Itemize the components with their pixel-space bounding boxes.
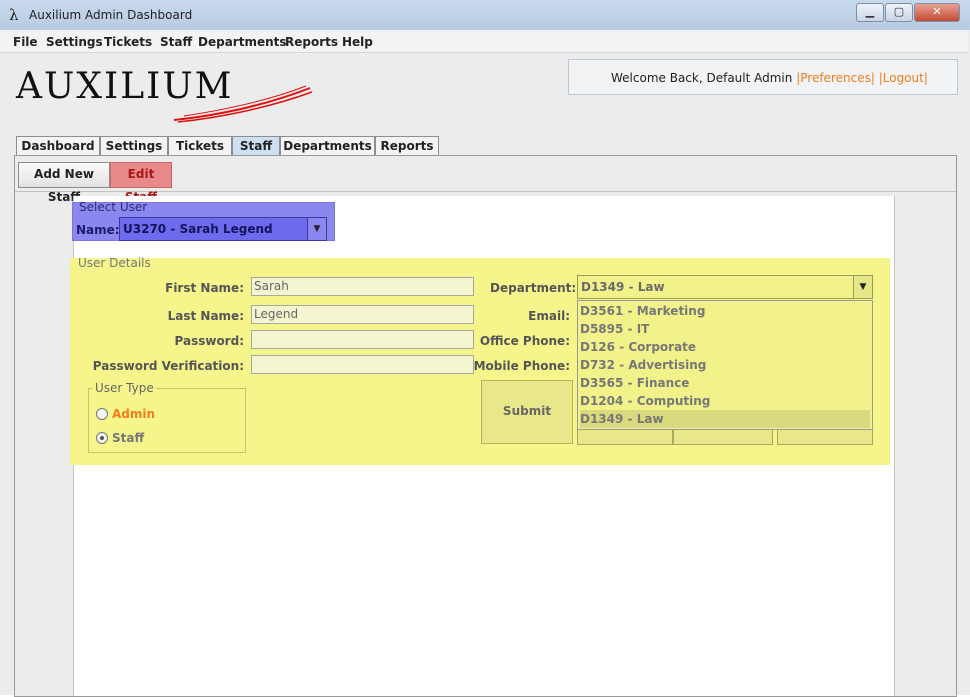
user-type-title: User Type bbox=[93, 381, 156, 395]
department-option[interactable]: D126 - Corporate bbox=[580, 338, 870, 356]
department-option[interactable]: D3565 - Finance bbox=[580, 374, 870, 392]
admin-radio[interactable] bbox=[96, 408, 108, 420]
menu-file[interactable]: File bbox=[13, 35, 38, 49]
auxilium-logo: AUXILIUM bbox=[16, 66, 313, 123]
staff-radio[interactable] bbox=[96, 432, 108, 444]
last-name-input[interactable]: Legend bbox=[251, 305, 474, 324]
close-button[interactable]: ✕ bbox=[914, 3, 960, 22]
department-select-value: D1349 - Law bbox=[581, 280, 665, 294]
chevron-down-icon[interactable]: ▼ bbox=[307, 218, 326, 240]
name-label: Name: bbox=[76, 223, 120, 237]
lambda-icon: λ bbox=[9, 6, 19, 24]
preferences-link[interactable]: |Preferences| bbox=[796, 71, 875, 85]
tab-staff[interactable]: Staff bbox=[232, 136, 280, 156]
edit-staff-button[interactable]: Edit Staff bbox=[110, 162, 172, 204]
department-option[interactable]: D5895 - IT bbox=[580, 320, 870, 338]
chevron-down-icon[interactable]: ▼ bbox=[853, 276, 872, 298]
title-bar[interactable]: λ Auxilium Admin Dashboard ▁ ▢ ✕ bbox=[0, 0, 970, 30]
tab-reports[interactable]: Reports bbox=[375, 136, 439, 156]
staff-toolbar: Add New Staff Edit Staff bbox=[15, 156, 956, 204]
menu-reports[interactable]: Reports bbox=[285, 35, 338, 49]
department-dropdown-list: D3561 - Marketing D5895 - IT D126 - Corp… bbox=[577, 300, 873, 430]
user-details-group: User Details First Name: Sarah Last Name… bbox=[70, 256, 890, 465]
department-option-selected[interactable]: D1349 - Law bbox=[580, 410, 870, 428]
department-option[interactable]: D1204 - Computing bbox=[580, 392, 870, 410]
menu-tickets[interactable]: Tickets bbox=[104, 35, 152, 49]
user-select-value: U3270 - Sarah Legend bbox=[123, 222, 273, 236]
logout-link[interactable]: |Logout| bbox=[879, 71, 928, 85]
tab-tickets[interactable]: Tickets bbox=[168, 136, 232, 156]
menu-settings[interactable]: Settings bbox=[46, 35, 103, 49]
submit-button[interactable]: Submit bbox=[481, 380, 573, 444]
tab-departments[interactable]: Departments bbox=[280, 136, 375, 156]
admin-radio-label: Admin bbox=[112, 407, 156, 421]
add-staff-button[interactable]: Add New Staff bbox=[18, 162, 110, 204]
welcome-panel: Welcome Back, Default Admin |Preferences… bbox=[568, 59, 958, 95]
maximize-button[interactable]: ▢ bbox=[885, 3, 913, 22]
menu-staff[interactable]: Staff bbox=[160, 35, 192, 49]
password-verification-label: Password Verification: bbox=[92, 359, 244, 373]
password-verification-input[interactable] bbox=[251, 355, 474, 374]
window-title: Auxilium Admin Dashboard bbox=[29, 8, 193, 22]
first-name-label: First Name: bbox=[165, 281, 244, 295]
last-name-label: Last Name: bbox=[167, 309, 244, 323]
menu-bar: File Settings Tickets Staff Departments … bbox=[0, 30, 968, 53]
department-option[interactable]: D732 - Advertising bbox=[580, 356, 870, 374]
minimize-button[interactable]: ▁ bbox=[856, 3, 884, 22]
user-details-title: User Details bbox=[78, 256, 151, 270]
department-select[interactable]: D1349 - Law ▼ bbox=[577, 275, 873, 299]
office-phone-label: Office Phone: bbox=[479, 334, 570, 348]
app-window: λ Auxilium Admin Dashboard ▁ ▢ ✕ File Se… bbox=[0, 0, 970, 697]
select-user-title: Select User bbox=[79, 200, 148, 214]
password-input[interactable] bbox=[251, 330, 474, 349]
password-label: Password: bbox=[174, 334, 245, 348]
menu-help[interactable]: Help bbox=[342, 35, 373, 49]
tab-settings[interactable]: Settings bbox=[100, 136, 168, 156]
department-option[interactable]: D3561 - Marketing bbox=[580, 302, 870, 320]
mobile-phone-label: Mobile Phone: bbox=[473, 359, 570, 373]
select-user-group: Select User Name: U3270 - Sarah Legend ▼ bbox=[72, 200, 335, 241]
welcome-message: Welcome Back, Default Admin bbox=[611, 71, 793, 85]
tab-dashboard[interactable]: Dashboard bbox=[16, 136, 100, 156]
user-type-group: User Type Admin Staff bbox=[88, 381, 246, 453]
window-controls: ▁ ▢ ✕ bbox=[855, 3, 960, 22]
logo-swoosh-icon bbox=[173, 85, 313, 123]
staff-radio-label: Staff bbox=[112, 431, 145, 445]
first-name-input[interactable]: Sarah bbox=[251, 277, 474, 296]
email-label: Email: bbox=[528, 309, 570, 323]
department-label: Department: bbox=[490, 281, 577, 295]
user-select[interactable]: U3270 - Sarah Legend ▼ bbox=[119, 217, 327, 241]
menu-departments[interactable]: Departments bbox=[198, 35, 287, 49]
